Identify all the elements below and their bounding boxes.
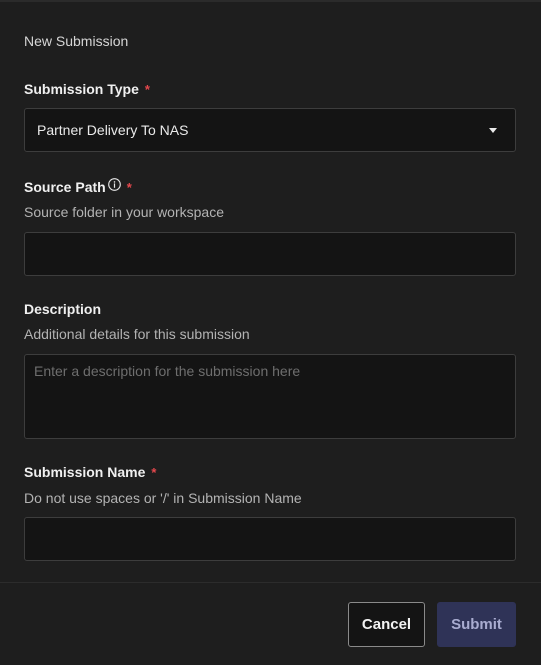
submission-name-input[interactable] (24, 517, 516, 561)
description-label-text: Description (24, 301, 102, 317)
description-textarea[interactable]: Enter a description for the submission h… (24, 354, 516, 439)
required-indicator: * (151, 464, 157, 480)
submission-name-helper: Do not use spaces or '/' in Submission N… (24, 490, 302, 506)
submission-type-label-text: Submission Type (24, 81, 139, 97)
info-icon[interactable] (107, 177, 121, 191)
source-path-helper: Source folder in your workspace (24, 204, 224, 220)
submission-type-select[interactable]: Partner Delivery To NAS (24, 108, 516, 152)
source-path-input[interactable] (24, 232, 516, 276)
submission-type-value: Partner Delivery To NAS (37, 122, 189, 138)
submission-name-label: Submission Name * (24, 464, 156, 480)
submission-name-label-text: Submission Name (24, 464, 146, 480)
required-indicator: * (144, 81, 150, 97)
chevron-down-icon (489, 127, 497, 133)
dialog-title: New Submission (24, 33, 129, 49)
submission-type-label: Submission Type * (24, 81, 150, 97)
description-label: Description (24, 301, 101, 317)
new-submission-dialog: New Submission Submission Type * Partner… (0, 0, 541, 665)
cancel-button[interactable]: Cancel (348, 602, 425, 647)
description-helper: Additional details for this submission (24, 326, 250, 342)
source-path-label: Source Path * (24, 177, 132, 195)
footer-divider (0, 582, 541, 583)
source-path-label-text: Source Path (24, 179, 106, 195)
description-placeholder: Enter a description for the submission h… (34, 363, 301, 379)
required-indicator: * (126, 179, 132, 195)
submit-button[interactable]: Submit (437, 602, 516, 647)
